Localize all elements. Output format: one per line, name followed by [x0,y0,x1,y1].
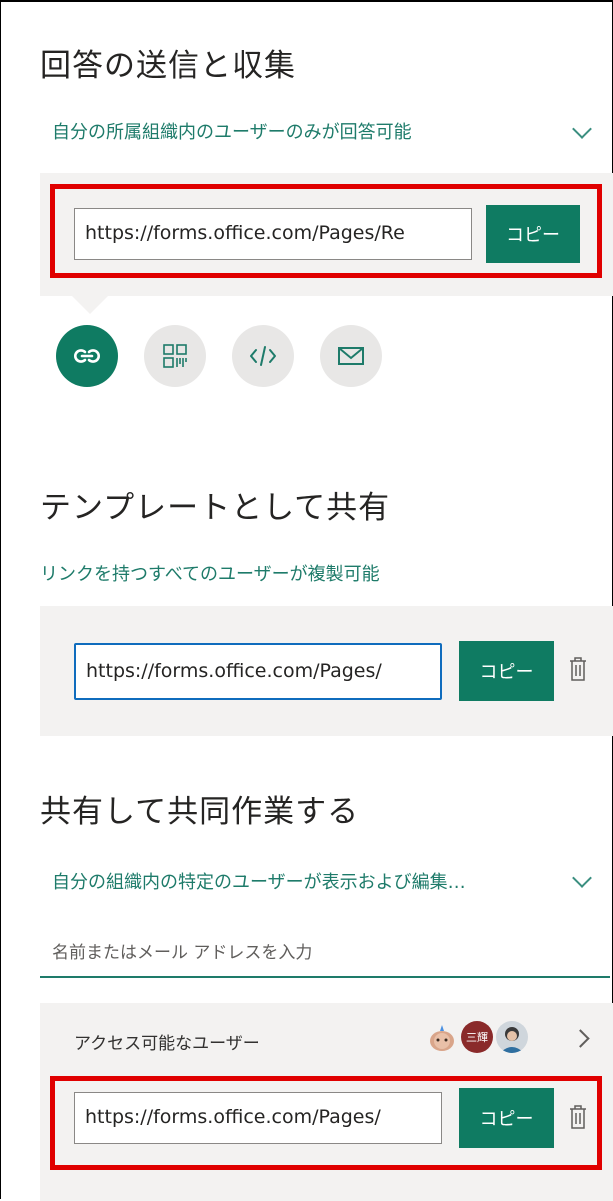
collect-section-title: 回答の送信と収集 [40,48,296,84]
template-url-field[interactable]: https://forms.office.com/Pages/ [74,643,442,700]
link-icon [74,349,100,363]
link-share-button[interactable] [56,325,118,387]
mail-icon [338,347,364,365]
highlight-box [50,184,602,278]
trash-icon [570,657,586,681]
access-users-label: アクセス可能なユーザー [74,1034,260,1054]
embed-code-icon [250,346,276,366]
avatar [426,1021,458,1053]
highlight-box [50,1076,602,1170]
template-delete-button[interactable] [569,656,587,686]
collect-permission-dropdown[interactable]: 自分の所属組織内のユーザーのみが回答可能 [52,118,572,150]
panel-pointer [72,296,108,314]
embed-share-button[interactable] [232,325,294,387]
input-underline [40,976,610,978]
template-permission-link[interactable]: リンクを持つすべてのユーザーが複製可能 [40,560,380,586]
collaborate-section-title: 共有して共同作業する [40,794,360,830]
avatar-initials: 三輝 [466,1031,488,1044]
qr-share-button[interactable] [144,325,206,387]
name-email-placeholder: 名前またはメール アドレスを入力 [52,943,313,963]
collaborate-permission-label: 自分の組織内の特定のユーザーが表示および編集… [52,872,466,893]
name-email-input[interactable]: 名前またはメール アドレスを入力 [52,938,610,980]
template-section-title: テンプレートとして共有 [40,490,391,526]
template-copy-button[interactable]: コピー [459,641,554,701]
avatar: 三輝 [461,1021,493,1053]
person-photo-icon [500,1027,524,1053]
email-share-button[interactable] [320,325,382,387]
qr-code-icon [163,344,187,368]
avatar [496,1021,528,1053]
onion-avatar-icon [430,1025,454,1051]
collect-permission-label: 自分の所属組織内のユーザーのみが回答可能 [52,122,412,143]
collaborate-permission-dropdown[interactable]: 自分の組織内の特定のユーザーが表示および編集… [52,868,572,900]
